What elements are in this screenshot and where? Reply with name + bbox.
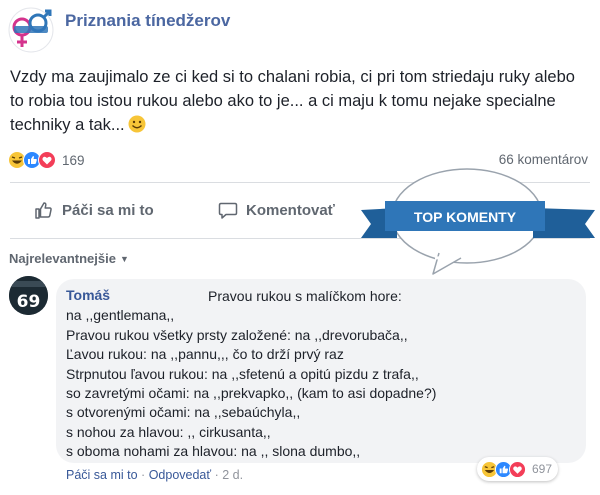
comment-line: na ,,gentlemana,, — [66, 307, 175, 324]
comment-line: s nohou za hlavou: ,, cirkusanta,, — [66, 423, 271, 440]
post-reactions-summary[interactable]: 169 — [8, 150, 85, 170]
comment-bubble: Tomáš Pravou rukou s malíčkom hore: na ,… — [56, 279, 586, 463]
speech-bubble-icon — [218, 202, 238, 219]
avatar-number: 69 — [17, 292, 41, 312]
comment-line: Strpnutou ľavou rukou: na ,,sfetenú a op… — [66, 365, 419, 382]
comment-line: Pravou rukou s malíčkom hore: — [208, 288, 402, 304]
post-header — [8, 6, 54, 54]
comment-reply-link[interactable]: Odpovedať — [149, 468, 211, 482]
comment-line: Pravou rukou všetky prsty založené: na ,… — [66, 326, 408, 343]
love-icon — [38, 151, 56, 169]
comment-actions: Páči sa mi to · Odpovedať · 2 d. — [66, 468, 243, 482]
sort-label: Najrelevantnejšie — [9, 251, 116, 266]
smiley-emoji-icon — [128, 115, 146, 133]
comment-label: Komentovať — [246, 201, 335, 219]
like-button[interactable]: Páči sa mi to — [34, 200, 154, 220]
page-logo[interactable] — [8, 7, 54, 53]
post-body: Vzdy ma zaujimalo ze ci ked si to chalan… — [10, 68, 575, 134]
comment-reaction-count: 697 — [531, 462, 552, 476]
comment-reactions[interactable]: 697 — [476, 457, 558, 481]
comment-button[interactable]: Komentovať — [218, 200, 335, 220]
like-label: Páči sa mi to — [62, 201, 154, 219]
post-text: Vzdy ma zaujimalo ze ci ked si to chalan… — [10, 65, 590, 137]
thumbs-up-icon — [35, 202, 52, 219]
badge-label: TOP KOMENTY — [414, 209, 517, 225]
reaction-count: 169 — [62, 152, 85, 168]
separator: · — [214, 468, 219, 482]
comments-sort-dropdown[interactable]: Najrelevantnejšie ▼ — [9, 251, 129, 266]
caret-down-icon: ▼ — [119, 253, 129, 264]
love-icon — [508, 460, 526, 478]
comment-line: so zavretými očami: na ,,prekvapko,, (ka… — [66, 385, 437, 402]
avatar[interactable]: 69 — [9, 276, 48, 315]
comment-line: s oboma nohami za hlavou: na ,, slona du… — [66, 443, 361, 460]
top-komenty-badge: TOP KOMENTY — [355, 158, 600, 276]
comment-timestamp[interactable]: 2 d. — [222, 468, 243, 482]
comment-text: Pravou rukou s malíčkom hore: na ,,gentl… — [66, 287, 436, 462]
comment-line: Ľavou rukou: na ,,pannu,,, čo to drží pr… — [66, 346, 344, 363]
page-name[interactable]: Priznania tínedžerov — [65, 11, 230, 31]
comment-like-link[interactable]: Páči sa mi to — [66, 468, 138, 482]
separator: · — [141, 468, 146, 482]
comment-line: s otvorenými očami: na ,,sebaúchyla,, — [66, 404, 301, 421]
